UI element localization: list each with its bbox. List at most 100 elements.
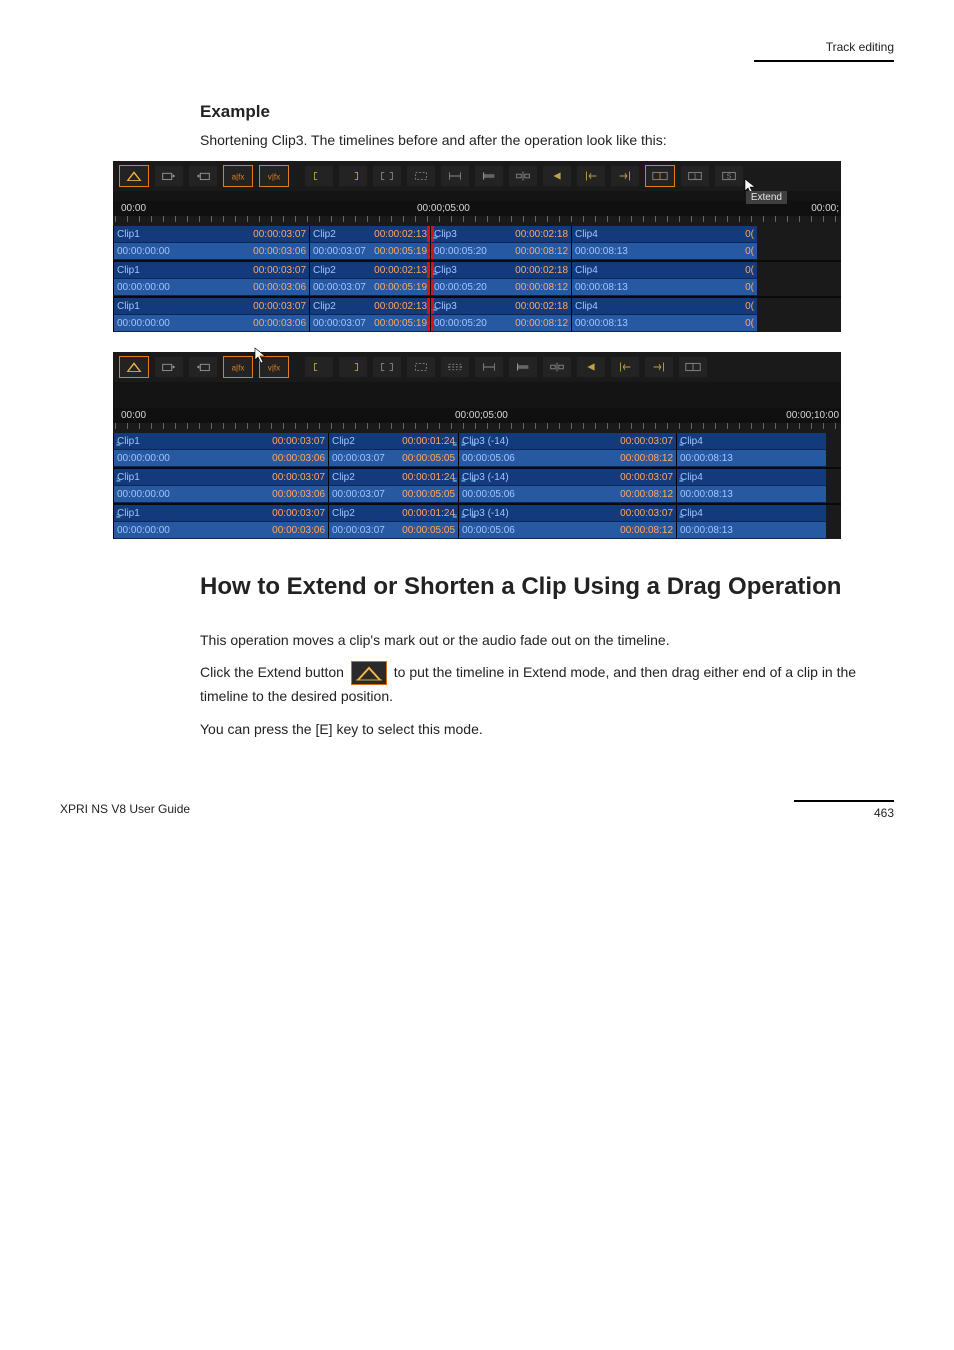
clip[interactable]: 00:00:05:2000:00:08:12: [430, 243, 571, 260]
clip[interactable]: Clip3 (-14)00:00:03:07≡≡: [458, 469, 676, 486]
film-next-icon[interactable]: [189, 357, 217, 377]
film-next-icon[interactable]: [189, 166, 217, 186]
jump-out-icon[interactable]: [611, 166, 639, 186]
afx-button[interactable]: a|fx: [223, 165, 253, 187]
bracket-open-icon[interactable]: [305, 166, 333, 186]
split-icon[interactable]: [509, 166, 537, 186]
clip[interactable]: 00:00:00:0000:00:03:06: [113, 450, 328, 467]
clip[interactable]: 00:00:00:0000:00:03:06: [113, 486, 328, 503]
range-bar-icon[interactable]: [509, 357, 537, 377]
s-icon[interactable]: S: [715, 166, 743, 186]
track-row[interactable]: Clip100:00:03:07≡Clip200:00:01:24≡Clip3 …: [113, 505, 841, 522]
clip[interactable]: 00:00:00:0000:00:03:06: [113, 243, 309, 260]
select-dashed-icon[interactable]: [407, 166, 435, 186]
clip[interactable]: 00:00:08:130(: [571, 243, 757, 260]
clip[interactable]: Clip3 (-14)00:00:03:07≡≡: [458, 433, 676, 450]
film-prev-icon[interactable]: [155, 357, 183, 377]
clip[interactable]: 00:00:03:0700:00:05:19: [309, 315, 430, 332]
clip[interactable]: Clip100:00:03:07: [113, 298, 309, 315]
clip-handle-left[interactable]: [431, 243, 434, 259]
brackets-icon[interactable]: [373, 357, 401, 377]
split-icon[interactable]: [543, 357, 571, 377]
clip-handle-left[interactable]: [431, 279, 434, 295]
vfx-button[interactable]: v|fx: [259, 165, 289, 187]
film-prev-icon[interactable]: [155, 166, 183, 186]
track-row[interactable]: Clip100:00:03:07Clip200:00:02:13Clip300:…: [113, 262, 841, 279]
track-row[interactable]: Clip100:00:03:07≡Clip200:00:01:24≡Clip3 …: [113, 433, 841, 450]
track-row[interactable]: Clip100:00:03:07Clip200:00:02:13Clip300:…: [113, 226, 841, 243]
clip[interactable]: Clip100:00:03:07≡: [113, 505, 328, 522]
extend-box-icon[interactable]: [645, 165, 675, 187]
clip[interactable]: 00:00:03:0700:00:05:19: [309, 279, 430, 296]
clip-handle-left[interactable]: [431, 315, 434, 331]
range-bar-icon[interactable]: [475, 166, 503, 186]
time-ruler[interactable]: 00:00 00:00;05:00 00:00;10:00: [113, 408, 841, 423]
extend-mode-button[interactable]: [119, 165, 149, 187]
jump-in-icon[interactable]: [611, 357, 639, 377]
rewind-icon[interactable]: [577, 357, 605, 377]
clip[interactable]: Clip300:00:02:18≡: [430, 298, 571, 315]
clip[interactable]: 00:00:08:13: [676, 486, 826, 503]
track-row[interactable]: 00:00:00:0000:00:03:0600:00:03:0700:00:0…: [113, 279, 841, 296]
track-row[interactable]: 00:00:00:0000:00:03:0600:00:03:0700:00:0…: [113, 522, 841, 539]
track-row[interactable]: 00:00:00:0000:00:03:0600:00:03:0700:00:0…: [113, 243, 841, 260]
bracket-close-icon[interactable]: [339, 166, 367, 186]
jump-in-icon[interactable]: [577, 166, 605, 186]
track-row[interactable]: 00:00:00:0000:00:03:0600:00:03:0700:00:0…: [113, 315, 841, 332]
track-row[interactable]: 00:00:00:0000:00:03:0600:00:03:0700:00:0…: [113, 486, 841, 503]
brackets-icon[interactable]: [373, 166, 401, 186]
bracket-open-icon[interactable]: [305, 357, 333, 377]
clip[interactable]: 00:00:00:0000:00:03:06: [113, 315, 309, 332]
track-row[interactable]: Clip100:00:03:07Clip200:00:02:13Clip300:…: [113, 298, 841, 315]
clip[interactable]: Clip4≡: [676, 433, 826, 450]
clip[interactable]: 00:00:00:0000:00:03:06: [113, 279, 309, 296]
clip[interactable]: Clip100:00:03:07: [113, 262, 309, 279]
rewind-icon[interactable]: [543, 166, 571, 186]
stretch-icon[interactable]: [441, 166, 469, 186]
one-icon[interactable]: 1: [681, 166, 709, 186]
clip[interactable]: 00:00:00:0000:00:03:06: [113, 522, 328, 539]
clip[interactable]: Clip100:00:03:07≡: [113, 433, 328, 450]
clip[interactable]: Clip40(: [571, 298, 757, 315]
clip[interactable]: 00:00:03:0700:00:05:05: [328, 522, 458, 539]
select-dashed-icon[interactable]: [407, 357, 435, 377]
clip[interactable]: Clip200:00:01:24≡: [328, 505, 458, 522]
track-row[interactable]: Clip100:00:03:07≡Clip200:00:01:24≡Clip3 …: [113, 469, 841, 486]
afx-button[interactable]: a|fx: [223, 356, 253, 378]
clip[interactable]: Clip3 (-14)00:00:03:07≡≡: [458, 505, 676, 522]
clip[interactable]: 00:00:08:13: [676, 522, 826, 539]
bracket-close-icon[interactable]: [339, 357, 367, 377]
clip[interactable]: 00:00:03:0700:00:05:05: [328, 450, 458, 467]
stretch-dashed-icon[interactable]: [441, 357, 469, 377]
jump-out-icon[interactable]: [645, 357, 673, 377]
clip[interactable]: 00:00:03:0700:00:05:19: [309, 243, 430, 260]
vfx-button[interactable]: v|fx: [259, 356, 289, 378]
clip[interactable]: Clip4≡: [676, 469, 826, 486]
clip[interactable]: 00:00:08:13: [676, 450, 826, 467]
clip[interactable]: Clip200:00:01:24≡: [328, 433, 458, 450]
stretch-icon[interactable]: [475, 357, 503, 377]
clip[interactable]: 00:00:05:2000:00:08:12: [430, 315, 571, 332]
clip[interactable]: 00:00:05:2000:00:08:12: [430, 279, 571, 296]
extend-mode-button[interactable]: [119, 356, 149, 378]
clip[interactable]: 00:00:03:0700:00:05:05: [328, 486, 458, 503]
clip[interactable]: Clip4≡: [676, 505, 826, 522]
time-ruler[interactable]: 00:00 00:00;05:00 00:00;: [113, 201, 841, 216]
clip[interactable]: Clip200:00:02:13: [309, 262, 430, 279]
clip[interactable]: Clip200:00:02:13: [309, 298, 430, 315]
clip[interactable]: 00:00:05:0600:00:08:12: [458, 522, 676, 539]
clip[interactable]: 00:00:08:130(: [571, 315, 757, 332]
extend-box-icon[interactable]: [679, 357, 707, 377]
clip[interactable]: Clip100:00:03:07≡: [113, 469, 328, 486]
clip[interactable]: Clip200:00:01:24≡: [328, 469, 458, 486]
clip[interactable]: Clip300:00:02:18≡: [430, 262, 571, 279]
clip[interactable]: 00:00:05:0600:00:08:12: [458, 486, 676, 503]
clip[interactable]: Clip100:00:03:07: [113, 226, 309, 243]
clip[interactable]: Clip300:00:02:18≡: [430, 226, 571, 243]
track-row[interactable]: 00:00:00:0000:00:03:0600:00:03:0700:00:0…: [113, 450, 841, 467]
clip[interactable]: 00:00:08:130(: [571, 279, 757, 296]
clip[interactable]: Clip40(: [571, 262, 757, 279]
clip[interactable]: 00:00:05:0600:00:08:12: [458, 450, 676, 467]
clip[interactable]: Clip200:00:02:13: [309, 226, 430, 243]
clip[interactable]: Clip40(: [571, 226, 757, 243]
